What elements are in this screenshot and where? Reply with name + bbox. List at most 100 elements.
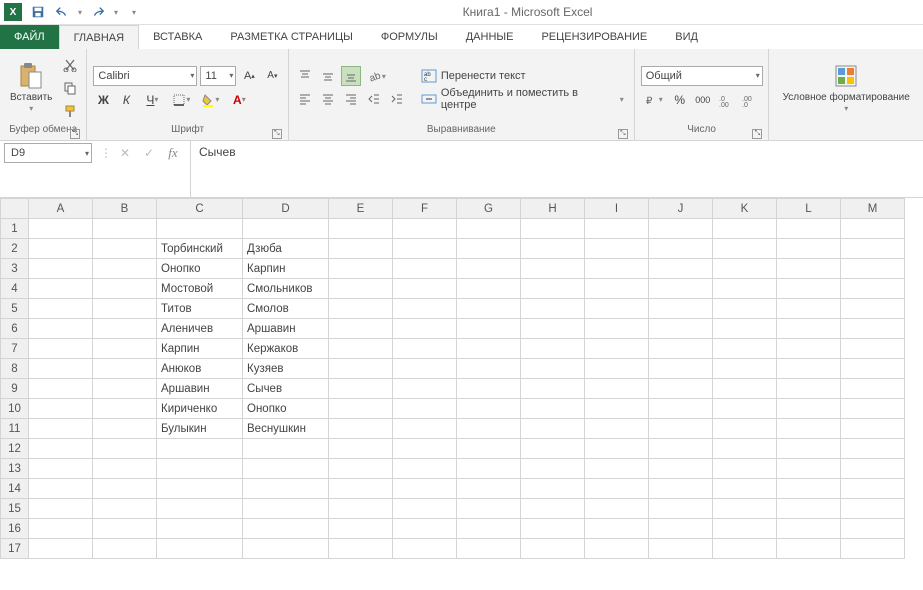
cell[interactable] <box>713 499 777 519</box>
cell[interactable] <box>93 319 157 339</box>
row-header[interactable]: 16 <box>1 519 29 539</box>
cell[interactable]: Кириченко <box>157 399 243 419</box>
cell[interactable] <box>393 399 457 419</box>
cell[interactable] <box>585 359 649 379</box>
cell[interactable] <box>521 419 585 439</box>
decrease-decimal-button[interactable]: .00.0 <box>739 90 759 110</box>
row-header[interactable]: 6 <box>1 319 29 339</box>
borders-button[interactable]: ▾ <box>168 90 194 110</box>
cell[interactable] <box>841 479 905 499</box>
cell[interactable] <box>585 319 649 339</box>
cell[interactable] <box>329 519 393 539</box>
cell[interactable] <box>713 539 777 559</box>
cell[interactable] <box>329 539 393 559</box>
cell[interactable] <box>457 419 521 439</box>
cell[interactable] <box>393 359 457 379</box>
cell[interactable]: Торбинский <box>157 239 243 259</box>
column-header[interactable]: F <box>393 199 457 219</box>
number-format-combo[interactable]: Общий▾ <box>641 66 763 86</box>
row-header[interactable]: 14 <box>1 479 29 499</box>
paste-button[interactable]: Вставить▾ <box>6 60 56 116</box>
cell[interactable] <box>329 279 393 299</box>
cell[interactable]: Карпин <box>243 259 329 279</box>
row-header[interactable]: 13 <box>1 459 29 479</box>
cell[interactable] <box>93 419 157 439</box>
cell[interactable] <box>585 219 649 239</box>
cell[interactable] <box>393 439 457 459</box>
row-header[interactable]: 17 <box>1 539 29 559</box>
cell[interactable] <box>713 439 777 459</box>
cell[interactable]: Титов <box>157 299 243 319</box>
tab-data[interactable]: ДАННЫЕ <box>452 25 528 49</box>
cell[interactable]: Анюков <box>157 359 243 379</box>
undo-dropdown[interactable]: ▾ <box>78 8 82 17</box>
cell[interactable] <box>93 539 157 559</box>
orientation-button[interactable]: ab▾ <box>364 66 390 86</box>
cell[interactable] <box>585 239 649 259</box>
cell[interactable] <box>93 239 157 259</box>
cell[interactable] <box>713 479 777 499</box>
cell[interactable] <box>777 339 841 359</box>
cell[interactable] <box>393 519 457 539</box>
cell[interactable]: Мостовой <box>157 279 243 299</box>
cell[interactable] <box>393 259 457 279</box>
cell[interactable] <box>777 239 841 259</box>
format-painter-button[interactable] <box>60 101 80 121</box>
cell[interactable] <box>93 399 157 419</box>
cell[interactable] <box>329 479 393 499</box>
column-header[interactable]: E <box>329 199 393 219</box>
cell[interactable] <box>841 499 905 519</box>
cell[interactable] <box>393 539 457 559</box>
cell[interactable] <box>649 399 713 419</box>
cell[interactable] <box>393 419 457 439</box>
cell[interactable] <box>521 539 585 559</box>
cell[interactable] <box>29 439 93 459</box>
cell[interactable] <box>521 279 585 299</box>
cell[interactable] <box>29 359 93 379</box>
cell[interactable] <box>585 439 649 459</box>
cell[interactable] <box>841 259 905 279</box>
alignment-launcher[interactable]: ⤡ <box>618 129 628 139</box>
tab-home[interactable]: ГЛАВНАЯ <box>59 25 139 49</box>
cell[interactable] <box>713 419 777 439</box>
cell[interactable] <box>329 319 393 339</box>
cell[interactable] <box>243 439 329 459</box>
cell[interactable] <box>29 459 93 479</box>
cell[interactable] <box>521 319 585 339</box>
cell[interactable] <box>521 439 585 459</box>
cell[interactable] <box>457 459 521 479</box>
cell[interactable] <box>713 339 777 359</box>
increase-font-button[interactable]: A▴ <box>239 66 259 86</box>
cell[interactable] <box>777 539 841 559</box>
cell[interactable] <box>841 419 905 439</box>
cell[interactable] <box>649 339 713 359</box>
cell[interactable] <box>649 259 713 279</box>
bold-button[interactable]: Ж <box>93 90 113 110</box>
tab-view[interactable]: ВИД <box>661 25 712 49</box>
cell[interactable]: Сычев <box>243 379 329 399</box>
cell[interactable]: Дзюба <box>243 239 329 259</box>
cell[interactable] <box>393 319 457 339</box>
cell[interactable] <box>521 519 585 539</box>
cell[interactable] <box>29 239 93 259</box>
cell[interactable] <box>329 399 393 419</box>
cell[interactable] <box>649 459 713 479</box>
cell[interactable] <box>329 259 393 279</box>
align-right-button[interactable] <box>341 89 361 109</box>
cell[interactable] <box>29 219 93 239</box>
cell[interactable] <box>585 279 649 299</box>
row-header[interactable]: 10 <box>1 399 29 419</box>
underline-button[interactable]: Ч▾ <box>139 90 165 110</box>
cell[interactable] <box>841 279 905 299</box>
copy-button[interactable] <box>60 78 80 98</box>
cell[interactable] <box>393 499 457 519</box>
cell[interactable] <box>457 519 521 539</box>
cell[interactable] <box>585 259 649 279</box>
tab-formulas[interactable]: ФОРМУЛЫ <box>367 25 452 49</box>
cell[interactable] <box>585 339 649 359</box>
cell[interactable] <box>93 499 157 519</box>
tab-file[interactable]: ФАЙЛ <box>0 25 59 49</box>
cell[interactable] <box>777 379 841 399</box>
cell[interactable] <box>841 379 905 399</box>
cell[interactable] <box>649 299 713 319</box>
